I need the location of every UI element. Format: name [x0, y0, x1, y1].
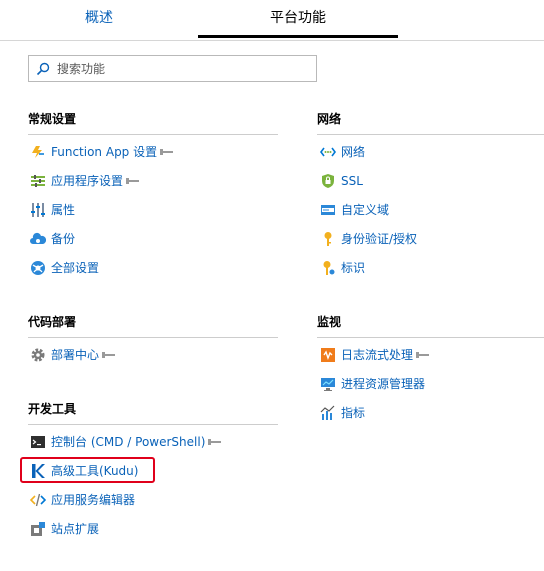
section-monitoring: 监视 — [317, 313, 544, 338]
process-explorer-icon — [321, 378, 335, 391]
tab-bar: 概述 平台功能 — [0, 0, 544, 41]
app-settings-icon — [31, 175, 45, 187]
pin-icon[interactable] — [160, 148, 174, 155]
code-editor-icon — [30, 493, 46, 507]
pin-icon[interactable] — [416, 351, 430, 358]
section-divider — [28, 337, 278, 338]
search-input[interactable] — [57, 59, 307, 79]
console-icon — [31, 436, 45, 448]
search-icon — [36, 62, 50, 76]
cloud-backup-icon — [30, 232, 46, 244]
section-title: 代码部署 — [28, 315, 77, 329]
section-general: 常规设置 — [28, 110, 278, 135]
tab-platform-features[interactable]: 平台功能 — [198, 0, 398, 38]
globe-settings-icon — [31, 261, 45, 275]
properties-icon — [31, 203, 45, 217]
search-box[interactable] — [28, 55, 317, 82]
key-icon — [324, 232, 332, 246]
section-title: 网络 — [317, 112, 342, 126]
gear-icon — [31, 348, 45, 362]
metrics-icon — [320, 405, 335, 420]
custom-domain-icon — [321, 205, 335, 215]
identity-icon — [323, 261, 335, 275]
ssl-shield-icon — [322, 174, 334, 188]
section-title: 常规设置 — [28, 112, 77, 126]
section-devtools: 开发工具 — [28, 400, 278, 425]
section-deployment: 代码部署 — [28, 313, 278, 338]
section-divider — [317, 337, 544, 338]
lightning-icon — [32, 146, 44, 158]
pin-icon[interactable] — [102, 351, 116, 358]
pin-icon[interactable] — [208, 438, 222, 445]
highlight-box — [20, 457, 155, 483]
section-divider — [28, 134, 278, 135]
pin-icon[interactable] — [126, 177, 140, 184]
section-title: 监视 — [317, 315, 342, 329]
extension-icon — [31, 522, 45, 536]
section-divider — [28, 424, 278, 425]
section-title: 开发工具 — [28, 402, 77, 416]
network-icon — [320, 147, 336, 157]
log-stream-icon — [321, 348, 335, 362]
tab-overview[interactable]: 概述 — [0, 0, 198, 38]
section-network: 网络 — [317, 110, 544, 135]
section-divider — [317, 134, 544, 135]
